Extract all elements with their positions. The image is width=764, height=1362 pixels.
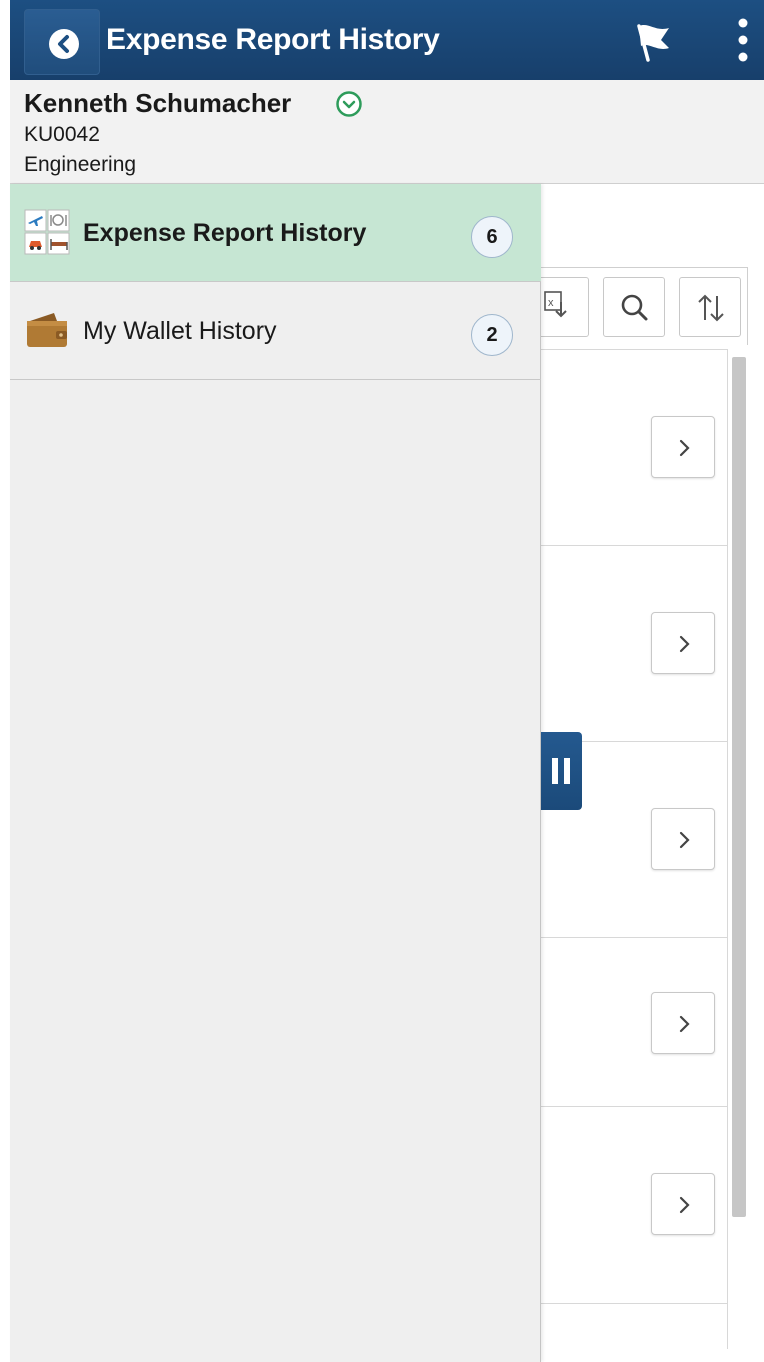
chevron-right-icon (679, 1196, 690, 1214)
drawer-toggle-handle[interactable] (541, 732, 582, 810)
navigation-drawer: Expense Report History 6 My Wallet Histo… (10, 184, 541, 1362)
person-department: Engineering (24, 153, 137, 176)
drawer-item-my-wallet-history[interactable]: My Wallet History 2 (10, 282, 541, 380)
left-edge-margin (0, 0, 10, 1362)
drawer-item-label: My Wallet History (83, 317, 277, 345)
row-divider (530, 937, 728, 938)
chevron-left-icon (49, 29, 79, 59)
chevron-right-icon (679, 439, 690, 457)
app-frame: Expense Report History Kenneth Schumache… (0, 0, 764, 1362)
list-scrollbar[interactable] (732, 357, 746, 1217)
person-name: Kenneth Schumacher (24, 88, 292, 118)
back-button[interactable] (24, 9, 100, 75)
row-detail-button[interactable] (651, 992, 715, 1054)
sort-button[interactable] (679, 277, 741, 337)
row-detail-button[interactable] (651, 1173, 715, 1235)
pause-bars-icon (552, 758, 558, 784)
count-badge: 6 (471, 216, 513, 258)
page-title: Expense Report History (106, 23, 440, 56)
wallet-icon (27, 313, 67, 347)
row-divider (530, 1106, 728, 1107)
search-icon (621, 294, 648, 321)
header-bar: Expense Report History (10, 0, 764, 80)
flag-icon[interactable] (631, 22, 677, 62)
row-divider (530, 349, 728, 350)
row-detail-button[interactable] (651, 416, 715, 478)
row-divider (530, 545, 728, 546)
chevron-right-icon (679, 1015, 690, 1033)
expense-report-icon (24, 209, 70, 255)
chevron-right-icon (679, 635, 690, 653)
drawer-item-label: Expense Report History (83, 219, 367, 247)
row-detail-button[interactable] (651, 612, 715, 674)
row-detail-button[interactable] (651, 808, 715, 870)
row-divider (530, 1303, 728, 1304)
pause-bars-icon (564, 758, 570, 784)
chevron-down-circle-icon[interactable] (335, 90, 363, 118)
count-badge: 2 (471, 314, 513, 356)
drawer-item-expense-report-history[interactable]: Expense Report History 6 (10, 184, 541, 282)
search-button[interactable] (603, 277, 665, 337)
sort-icon (698, 294, 724, 322)
kebab-menu-icon[interactable] (736, 16, 750, 66)
person-banner: Kenneth Schumacher KU0042 Engineering (10, 80, 764, 184)
chevron-right-icon (679, 831, 690, 849)
person-id: KU0042 (24, 123, 100, 146)
svg-text:x: x (548, 297, 554, 309)
